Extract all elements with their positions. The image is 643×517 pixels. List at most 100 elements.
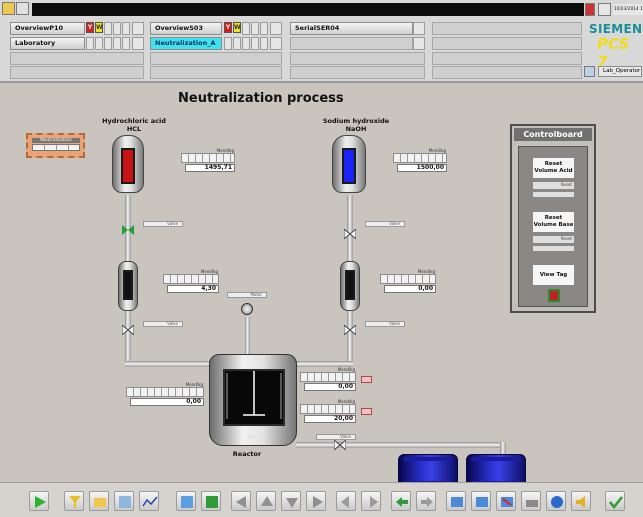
emergency-stop-icon[interactable] [548,289,560,302]
area-button-empty[interactable] [290,66,425,79]
reactor-alarm-button-1[interactable] [361,376,372,383]
move-right-icon[interactable] [416,491,436,511]
expand-icon[interactable] [132,37,144,50]
folder-icon[interactable] [89,491,109,511]
reactor-vessel[interactable]: JHR [209,354,297,446]
neutralization-block[interactable]: Neutralization [26,133,85,158]
process-picture-icon[interactable] [176,491,196,511]
folder-icon[interactable] [2,2,15,15]
alarm-cell[interactable] [95,37,103,50]
alarm-cell[interactable] [242,37,250,50]
previous-picture-icon[interactable] [336,491,356,511]
agitator-motor-icon[interactable] [241,303,253,315]
area-button-empty[interactable] [432,66,582,79]
move-left-icon[interactable] [391,491,411,511]
play-icon[interactable] [29,491,49,511]
alarm-cell[interactable] [86,37,94,50]
alarm-indicator-yellow[interactable]: W [233,22,241,33]
reset-volume-acid-button[interactable]: Reset Volume Acid [532,157,575,179]
arrow-left-icon[interactable] [231,491,251,511]
valve-acid-lower[interactable] [122,325,134,335]
horn-icon[interactable] [585,3,595,16]
alarm-cell[interactable] [233,37,241,50]
area-button-empty[interactable] [150,66,282,79]
filter-icon[interactable] [64,491,84,511]
alarm-cell[interactable] [251,37,259,50]
area-button-empty[interactable] [432,22,582,35]
area-button-empty[interactable] [290,52,425,65]
controlboard-title: Controlboard [514,128,592,141]
alarm-cell[interactable] [260,37,268,50]
area-button-empty[interactable] [10,52,144,65]
alarm-cell[interactable] [242,22,250,35]
alarm-cell[interactable] [224,37,232,50]
dosing-acid-measurement[interactable]: Mend/kg 4,30 [163,269,219,301]
window-close-icon[interactable] [496,491,516,511]
dosing-vessel-base[interactable] [340,261,360,311]
tank-base[interactable] [332,135,366,193]
valve-acid-upper[interactable] [122,225,134,235]
next-picture-icon[interactable] [361,491,381,511]
message-line[interactable] [32,3,584,16]
alarm-indicator-yellow[interactable]: W [95,22,103,33]
view-tag-button[interactable]: View Tag [532,264,575,286]
plant-tree-icon[interactable] [201,491,221,511]
area-button-serialser04[interactable]: SerialSER04 [290,22,413,35]
area-button-neutralization-a[interactable]: Neutralization_A [150,37,222,50]
arrow-down-icon[interactable] [281,491,301,511]
keyboard-icon[interactable] [584,66,595,77]
tank-acid-measurement[interactable]: Mend/kg 1495,71 [181,148,235,180]
alarm-indicator-red[interactable]: Y [86,22,94,33]
calendar-icon[interactable] [598,3,611,16]
help-icon[interactable] [546,491,566,511]
area-button-empty[interactable] [150,52,282,65]
area-button-overviews03[interactable]: OverviewS03 [150,22,222,35]
alarm-cell[interactable] [104,22,112,35]
speaker-icon[interactable] [571,491,591,511]
tank-base-measurement[interactable]: Mend/kg 1500,00 [393,148,447,180]
trend-icon[interactable] [139,491,159,511]
alarm-cell[interactable] [104,37,112,50]
reset-acid-field[interactable]: Reset [532,181,575,190]
reactor-right-measurement-2[interactable]: Mend/kg 20,00 [300,399,356,431]
dosing-vessel-acid[interactable] [118,261,138,311]
alarm-cell[interactable] [251,22,259,35]
expand-icon[interactable] [413,37,425,50]
expand-icon[interactable] [270,22,282,35]
valve-base-lower[interactable] [344,325,356,335]
expand-icon[interactable] [413,22,425,35]
expand-icon[interactable] [270,37,282,50]
print-icon[interactable] [521,491,541,511]
expand-icon[interactable] [132,22,144,35]
valve-base-upper[interactable] [344,229,356,239]
area-button-empty[interactable] [290,37,413,50]
alarm-cell[interactable] [260,22,268,35]
acknowledge-icon[interactable] [605,491,625,511]
reactor-alarm-button-2[interactable] [361,408,372,415]
reactor-right-measurement-1[interactable]: Mend/kg 0,00 [300,367,356,399]
area-button-empty[interactable] [432,37,582,50]
home-icon[interactable] [16,2,29,15]
dosing-base-measurement[interactable]: Mend/kg 0,00 [380,269,436,301]
window-store-icon[interactable] [446,491,466,511]
area-button-laboratory[interactable]: Laboratory [10,37,85,50]
screen-composition-icon[interactable] [114,491,134,511]
reset-volume-base-button[interactable]: Reset Volume Base [532,211,575,233]
alarm-cell[interactable] [122,37,130,50]
area-button-empty[interactable] [432,52,582,65]
tank-acid[interactable] [112,135,144,193]
area-button-overviewp10[interactable]: OverviewP10 [10,22,85,35]
alarm-cell[interactable] [122,22,130,35]
alarm-indicator-red[interactable]: Y [224,22,232,33]
valve-outlet[interactable] [334,440,346,450]
arrow-right-icon[interactable] [306,491,326,511]
area-button-empty[interactable] [10,66,144,79]
pcs7-os-screen: 10/23/2014 1:37:15 PM OverviewP10 Y W Ov… [0,0,643,517]
reactor-left-measurement[interactable]: Mend/kg 0,00 [126,382,204,414]
reset-base-field[interactable]: Reset [532,235,575,244]
arrow-up-icon[interactable] [256,491,276,511]
window-recall-icon[interactable] [471,491,491,511]
alarm-cell[interactable] [113,22,121,35]
alarm-cell[interactable] [113,37,121,50]
operator-name[interactable]: Lab_Operator [598,66,642,77]
